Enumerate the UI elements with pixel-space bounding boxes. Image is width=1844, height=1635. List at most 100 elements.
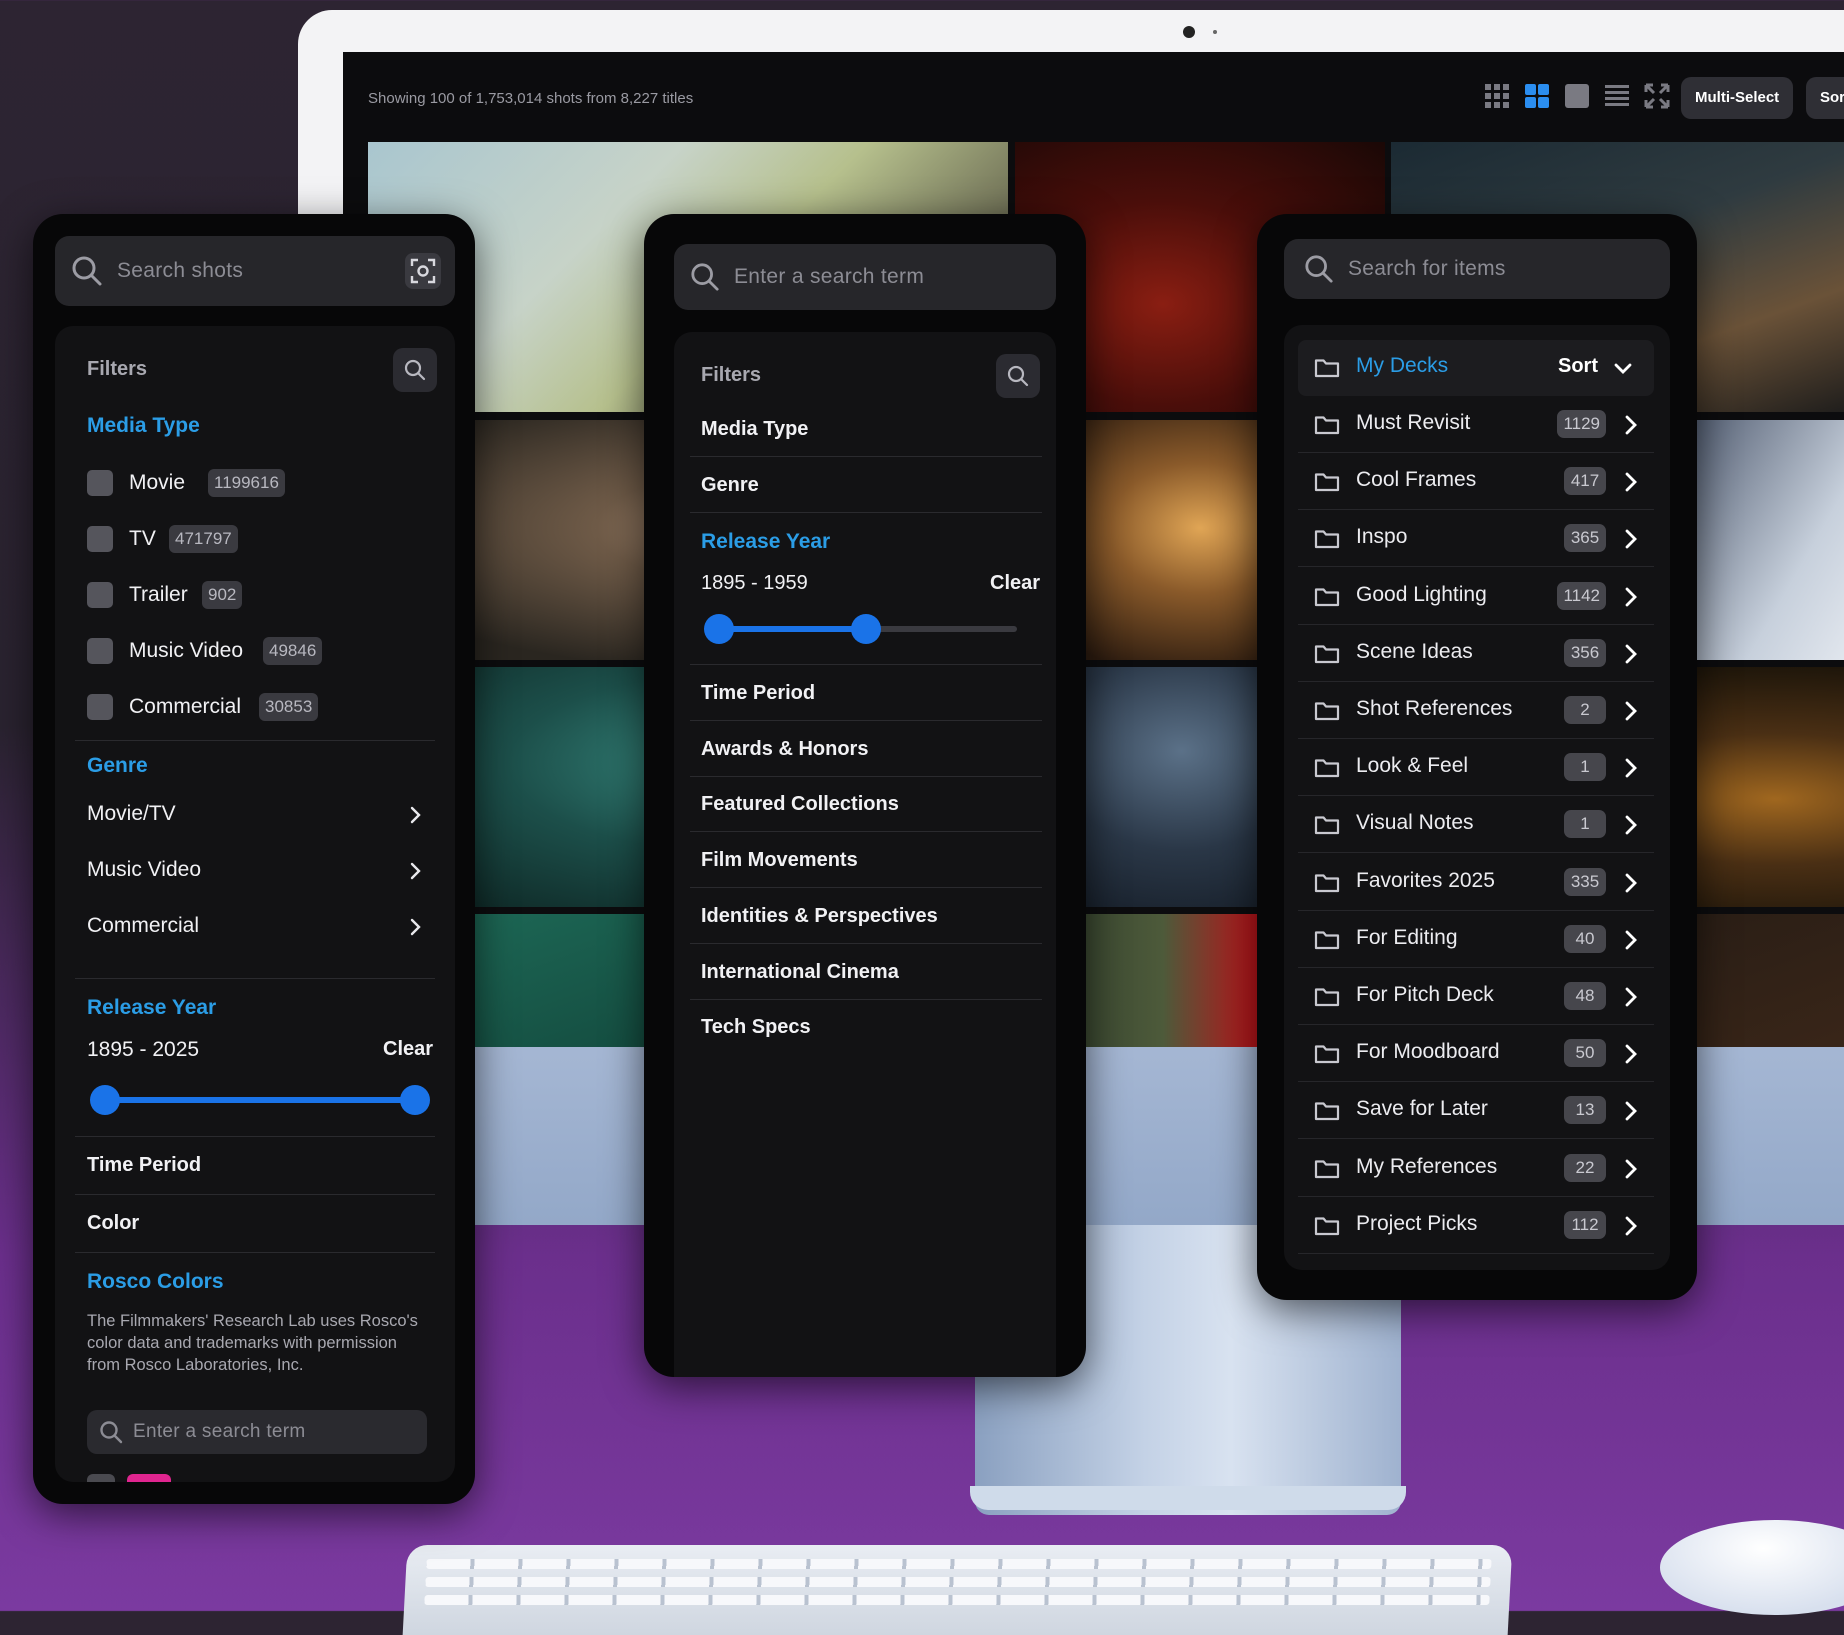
chevron-down-icon xyxy=(1614,363,1632,374)
year-slider-min-handle[interactable] xyxy=(704,614,734,644)
my-decks-label: My Decks xyxy=(1356,354,1449,377)
keyboard xyxy=(402,1545,1513,1635)
divider xyxy=(1298,1081,1654,1083)
filter-item-time-period[interactable]: Time Period xyxy=(701,682,815,705)
genre-item-movie-tv[interactable]: Movie/TV xyxy=(75,788,435,840)
folder-icon xyxy=(1314,1217,1340,1235)
deck-row[interactable]: Save for Later 13 xyxy=(1298,1083,1654,1140)
divider xyxy=(75,978,435,979)
search-shots-bar[interactable]: Search shots xyxy=(55,236,455,306)
divider xyxy=(690,776,1042,777)
folder-icon xyxy=(1314,759,1340,778)
deck-count-badge: 1 xyxy=(1564,753,1606,782)
chevron-right-icon xyxy=(1625,587,1637,606)
search-term-bar[interactable]: Enter a search term xyxy=(674,244,1056,310)
chevron-right-icon xyxy=(1625,815,1637,835)
folder-icon xyxy=(1314,1102,1340,1121)
deck-row[interactable]: For Editing 40 xyxy=(1298,912,1654,968)
color-swatch-pink[interactable] xyxy=(127,1474,171,1482)
list-view-icon[interactable] xyxy=(1603,82,1631,110)
genre-label: Movie/TV xyxy=(87,802,176,825)
deck-row[interactable]: For Pitch Deck 48 xyxy=(1298,969,1654,1025)
deck-row[interactable]: My References 22 xyxy=(1298,1141,1654,1197)
deck-name: My References xyxy=(1356,1154,1498,1178)
deck-row[interactable]: For Moodboard 50 xyxy=(1298,1026,1654,1083)
key-row xyxy=(425,1577,1491,1587)
deck-name: For Moodboard xyxy=(1356,1040,1500,1064)
year-slider-min-handle[interactable] xyxy=(90,1085,120,1115)
deck-row[interactable]: Cool Frames 417 xyxy=(1298,454,1654,511)
monitor-stand-base xyxy=(970,1486,1406,1510)
release-year-range: 1895 - 1959 xyxy=(701,572,808,594)
multi-select-button[interactable]: Multi-Select xyxy=(1681,77,1794,119)
genre-heading: Genre xyxy=(87,754,148,777)
checkbox-music-video[interactable] xyxy=(87,638,113,664)
deck-row[interactable]: Must Revisit 1129 xyxy=(1298,397,1654,453)
divider xyxy=(75,1252,435,1253)
media-type-heading: Media Type xyxy=(87,414,200,437)
single-view-icon[interactable] xyxy=(1563,82,1591,110)
deck-count-badge: 2 xyxy=(1564,696,1606,724)
deck-row[interactable]: Visual Notes 1 xyxy=(1298,797,1654,854)
deck-count-badge: 335 xyxy=(1564,867,1606,896)
divider xyxy=(690,831,1042,832)
deck-row[interactable]: Look & Feel 1 xyxy=(1298,740,1654,797)
year-slider-max-handle[interactable] xyxy=(400,1085,430,1115)
divider xyxy=(75,1194,435,1195)
year-slider-max-handle[interactable] xyxy=(850,614,881,644)
filter-item-genre[interactable]: Genre xyxy=(701,474,759,497)
deck-row[interactable]: Project Picks 112 xyxy=(1298,1198,1654,1254)
genre-item-music-video[interactable]: Music Video xyxy=(75,844,435,896)
filter-item-featured-collections[interactable]: Featured Collections xyxy=(701,793,899,816)
filter-item-tech-specs[interactable]: Tech Specs xyxy=(701,1016,811,1039)
deck-row[interactable]: Scene Ideas 356 xyxy=(1298,626,1654,682)
rosco-search-input[interactable]: Enter a search term xyxy=(87,1410,427,1454)
checkbox-tv[interactable] xyxy=(87,526,113,552)
grid-medium-icon[interactable] xyxy=(1523,82,1551,110)
expand-icon[interactable] xyxy=(1643,82,1671,110)
folder-icon xyxy=(1314,1045,1340,1064)
color-item[interactable]: Color xyxy=(87,1212,139,1235)
deck-row[interactable]: Shot References 2 xyxy=(1298,683,1654,739)
deck-row[interactable]: Inspo 365 xyxy=(1298,511,1654,568)
filter-item-film-movements[interactable]: Film Movements xyxy=(701,849,858,872)
filter-search-button[interactable] xyxy=(393,348,437,392)
search-icon xyxy=(1007,365,1029,387)
divider xyxy=(690,999,1042,1000)
deck-count-badge: 365 xyxy=(1564,524,1606,553)
folder-icon xyxy=(1314,1159,1340,1178)
filter-search-button[interactable] xyxy=(996,354,1040,398)
filter-item-international-cinema[interactable]: International Cinema xyxy=(701,961,899,984)
clear-year-button[interactable]: Clear xyxy=(383,1038,433,1061)
deck-row[interactable]: Favorites 2025 335 xyxy=(1298,855,1654,911)
search-items-bar[interactable]: Search for items xyxy=(1284,239,1670,299)
chevron-right-icon xyxy=(1625,701,1637,721)
search-icon xyxy=(72,256,102,286)
deck-row[interactable]: Good Lighting 1142 xyxy=(1298,569,1654,625)
checkbox-movie[interactable] xyxy=(87,470,113,496)
sort-button[interactable]: Sor xyxy=(1806,77,1844,119)
deck-count-badge: 22 xyxy=(1564,1153,1606,1182)
color-swatch-grey[interactable] xyxy=(87,1474,115,1482)
filter-item-identities-perspectives[interactable]: Identities & Perspectives xyxy=(701,905,938,928)
time-period-item[interactable]: Time Period xyxy=(87,1154,201,1177)
search-icon xyxy=(1305,255,1333,283)
visual-search-button[interactable] xyxy=(405,253,441,289)
search-icon xyxy=(691,263,719,291)
filter-item-awards-honors[interactable]: Awards & Honors xyxy=(701,738,868,761)
grid-small-icon[interactable] xyxy=(1483,82,1511,110)
my-decks-header[interactable]: My Decks Sort xyxy=(1298,340,1654,396)
key-row xyxy=(426,1559,1492,1569)
checkbox-commercial[interactable] xyxy=(87,694,113,720)
clear-year-button[interactable]: Clear xyxy=(990,572,1040,595)
media-type-count: 1199616 xyxy=(208,469,285,497)
folder-icon xyxy=(1314,587,1340,606)
filter-item-media-type[interactable]: Media Type xyxy=(701,418,808,441)
media-type-label: TV xyxy=(129,527,156,550)
genre-item-commercial[interactable]: Commercial xyxy=(75,900,435,952)
genre-label: Commercial xyxy=(87,914,200,937)
checkbox-trailer[interactable] xyxy=(87,582,113,608)
search-icon xyxy=(404,359,426,381)
deck-name: Scene Ideas xyxy=(1356,639,1473,663)
filters-container: Filters Media Type Genre Release Year 18… xyxy=(674,332,1056,1377)
